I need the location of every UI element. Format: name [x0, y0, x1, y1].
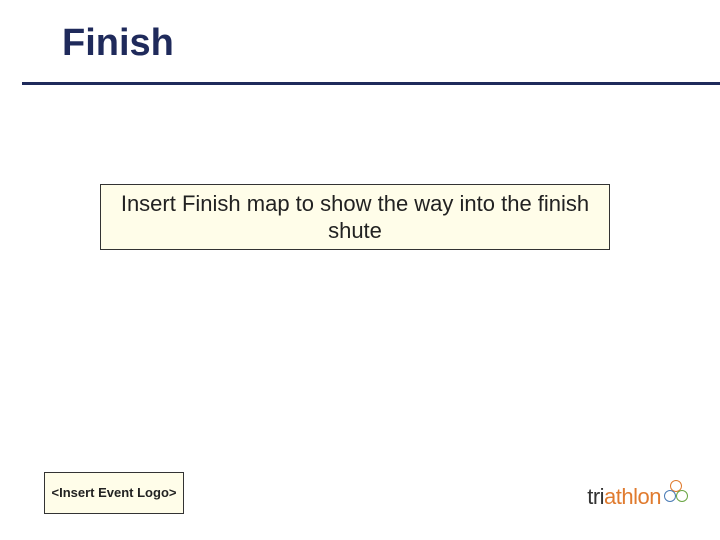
slide-title: Finish	[62, 22, 174, 65]
triathlon-logo: triathlon	[587, 484, 690, 510]
event-logo-placeholder-text: <Insert Event Logo>	[52, 485, 177, 501]
finish-map-placeholder-text: Insert Finish map to show the way into t…	[113, 190, 597, 245]
finish-map-placeholder[interactable]: Insert Finish map to show the way into t…	[100, 184, 610, 250]
triathlon-rings-icon	[664, 480, 690, 506]
triathlon-wordmark: triathlon	[587, 484, 661, 510]
title-divider	[22, 82, 720, 85]
event-logo-placeholder[interactable]: <Insert Event Logo>	[44, 472, 184, 514]
